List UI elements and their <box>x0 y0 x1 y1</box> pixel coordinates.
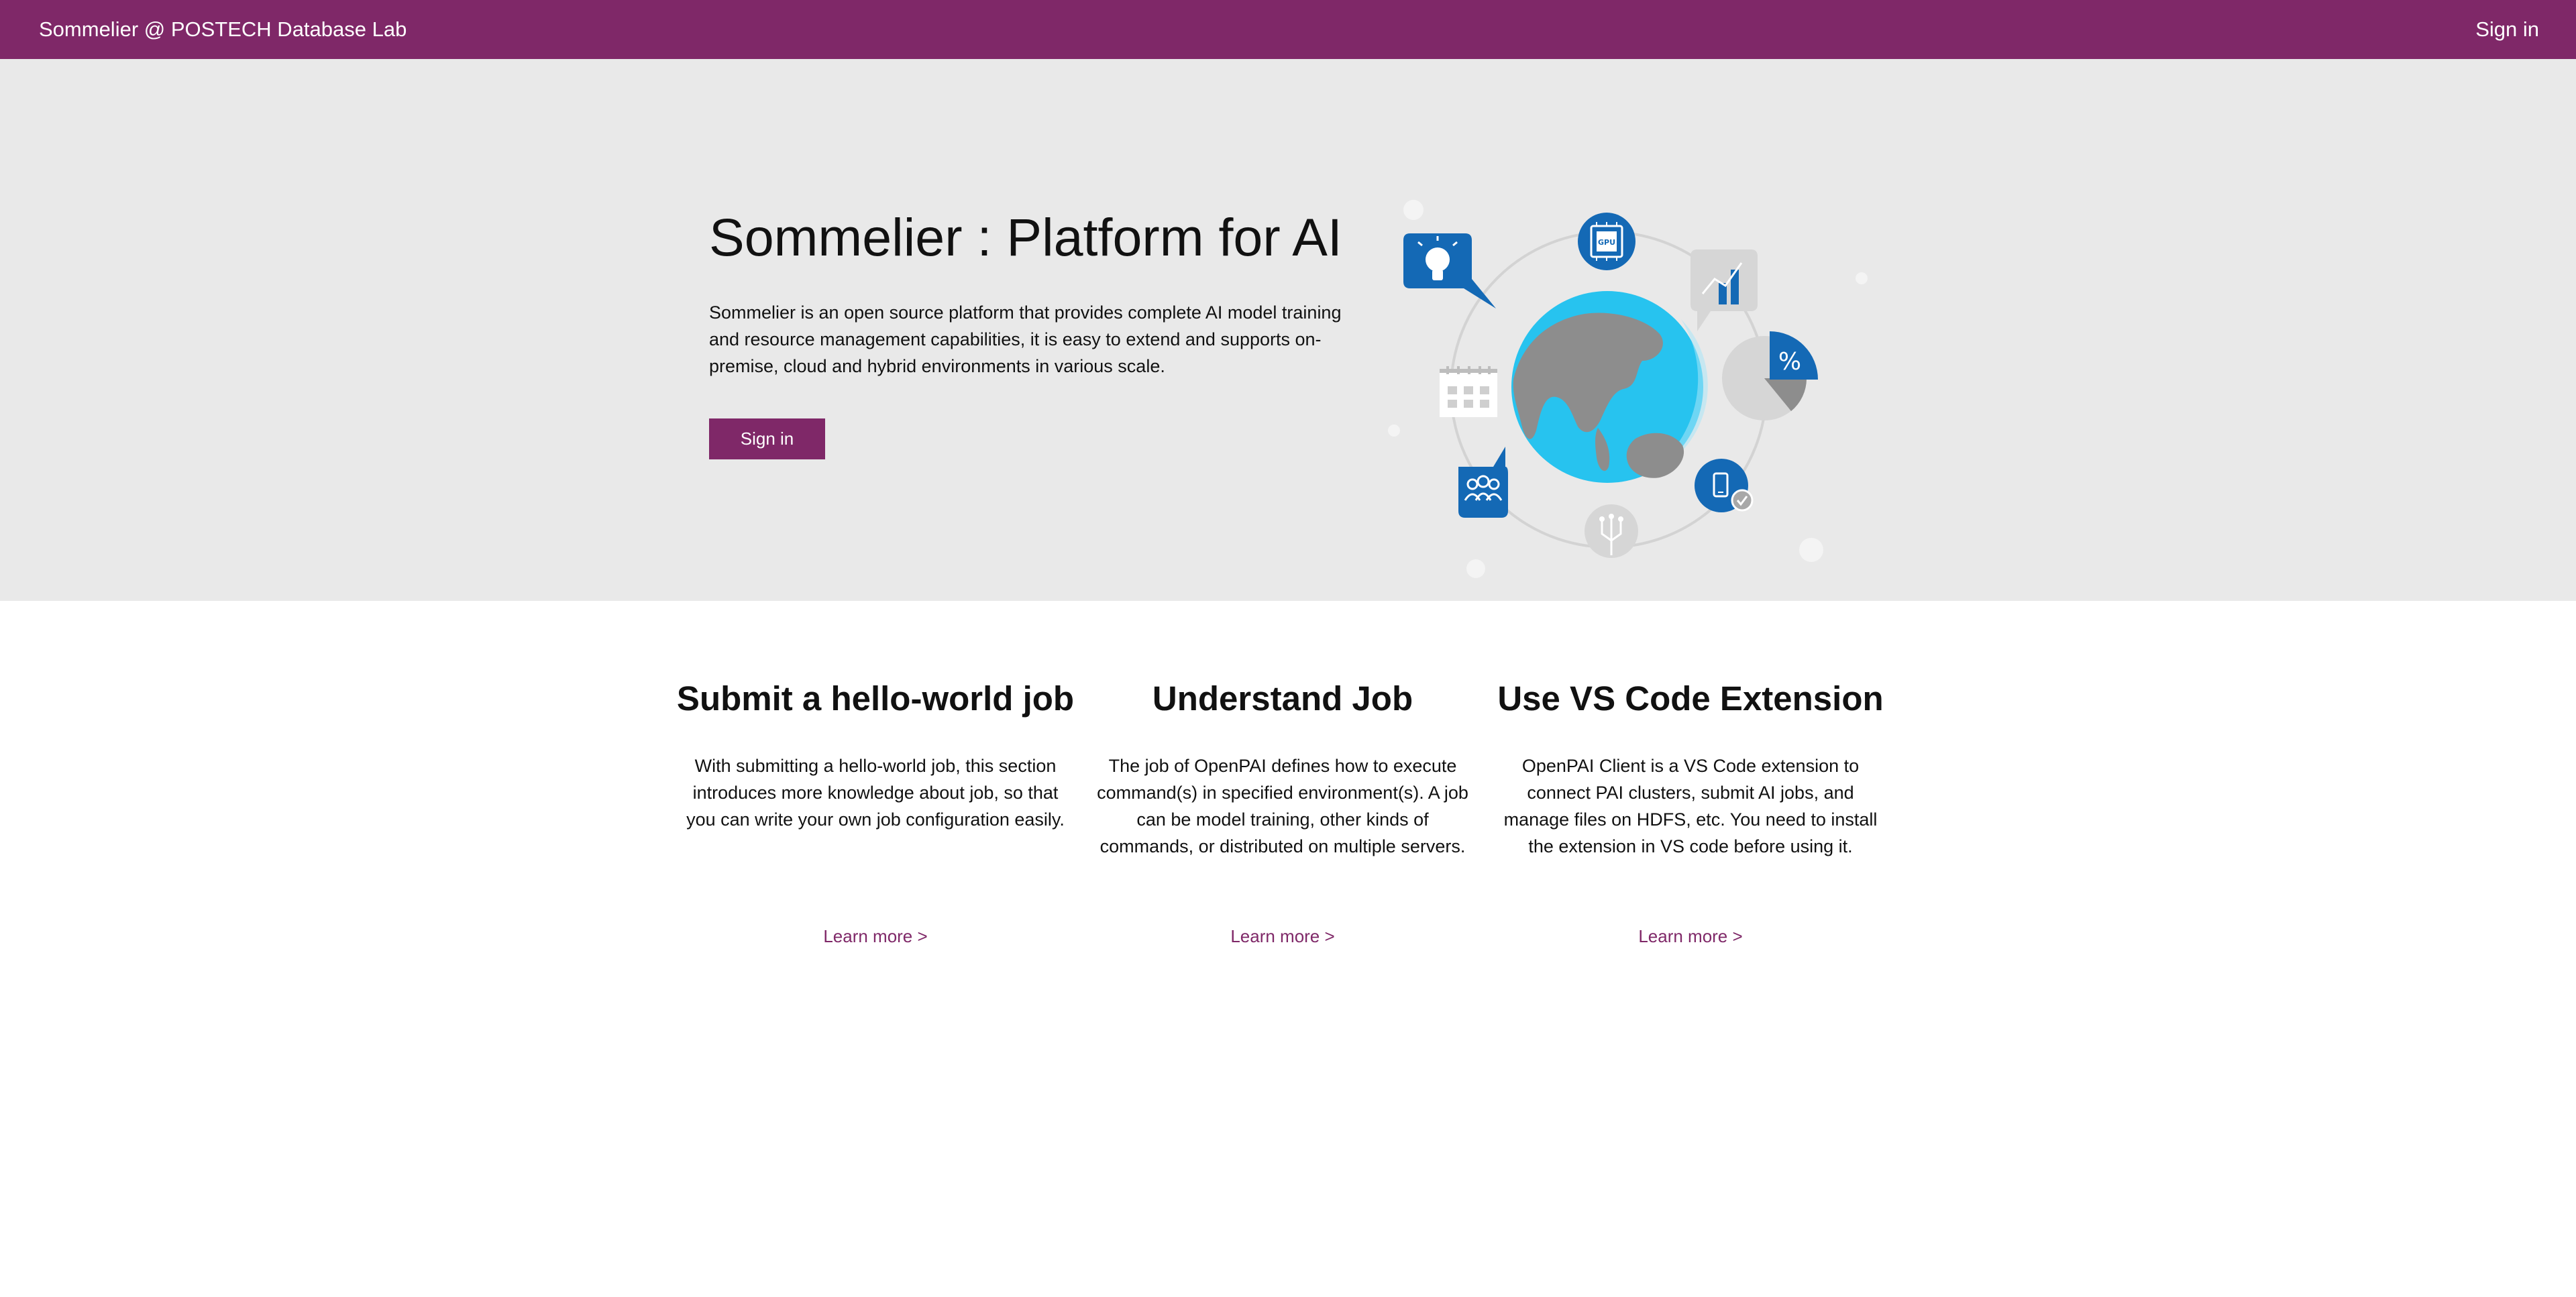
globe-icon <box>1511 291 1708 483</box>
card-body: With submitting a hello-world job, this … <box>686 756 1065 830</box>
hero-section: Sommelier : Platform for AI Sommelier is… <box>0 59 2576 601</box>
mobile-check-icon <box>1695 459 1754 512</box>
brand-link[interactable]: Sommelier @ POSTECH Database Lab <box>39 15 407 44</box>
calendar-icon <box>1440 366 1497 417</box>
learn-more-vs-code-link[interactable]: Learn more > <box>1486 923 1895 950</box>
gpu-chip-icon: GPU <box>1578 213 1635 270</box>
card-understand-job: Understand Job The job of OpenPAI define… <box>1078 671 1487 860</box>
circuit-icon <box>1585 504 1638 558</box>
card-title: Use VS Code Extension <box>1497 679 1884 718</box>
bar-chart-icon <box>1690 249 1758 331</box>
hero-title: Sommelier : Platform for AI <box>709 207 1342 267</box>
card-title: Submit a hello-world job <box>676 679 1075 718</box>
learn-more-understand-job-link[interactable]: Learn more > <box>1078 923 1487 950</box>
gpu-chip-label: GPU <box>1598 238 1615 247</box>
hero-sign-in-button[interactable]: Sign in <box>709 418 825 459</box>
card-vs-code-extension: Use VS Code Extension OpenPAI Client is … <box>1486 671 1895 860</box>
ai-platform-illustration: GPU % <box>1388 200 1868 578</box>
card-hello-world-job: Submit a hello-world job With submitting… <box>671 671 1080 833</box>
learn-more-hello-world-link[interactable]: Learn more > <box>671 923 1080 950</box>
hero-description: Sommelier is an open source platform tha… <box>709 302 1342 376</box>
percent-label: % <box>1778 348 1801 376</box>
top-navigation-bar: Sommelier @ POSTECH Database Lab Sign in <box>0 0 2576 59</box>
card-title: Understand Job <box>1152 679 1413 718</box>
card-body: OpenPAI Client is a VS Code extension to… <box>1503 756 1878 856</box>
card-body: The job of OpenPAI defines how to execut… <box>1097 756 1468 856</box>
percent-pie-icon: % <box>1722 331 1818 420</box>
header-sign-in-link[interactable]: Sign in <box>2475 15 2539 44</box>
lightbulb-icon <box>1403 233 1496 308</box>
